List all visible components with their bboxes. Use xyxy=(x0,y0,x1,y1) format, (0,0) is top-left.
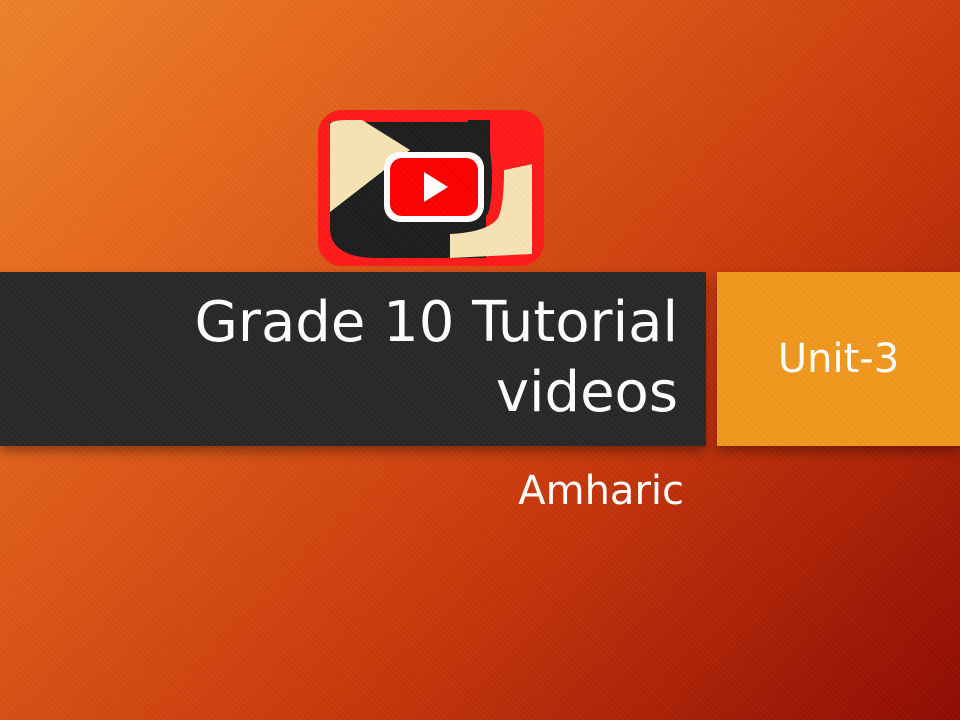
title-band: Grade 10 Tutorial videos xyxy=(0,272,706,446)
youtube-studio-icon xyxy=(318,110,544,266)
unit-box: Unit-3 xyxy=(717,272,960,446)
unit-label: Unit-3 xyxy=(777,336,900,382)
slide-title: Grade 10 Tutorial videos xyxy=(194,290,678,425)
slide: Grade 10 Tutorial videos Unit-3 Amharic xyxy=(0,0,960,720)
slide-subtitle: Amharic xyxy=(518,468,684,514)
